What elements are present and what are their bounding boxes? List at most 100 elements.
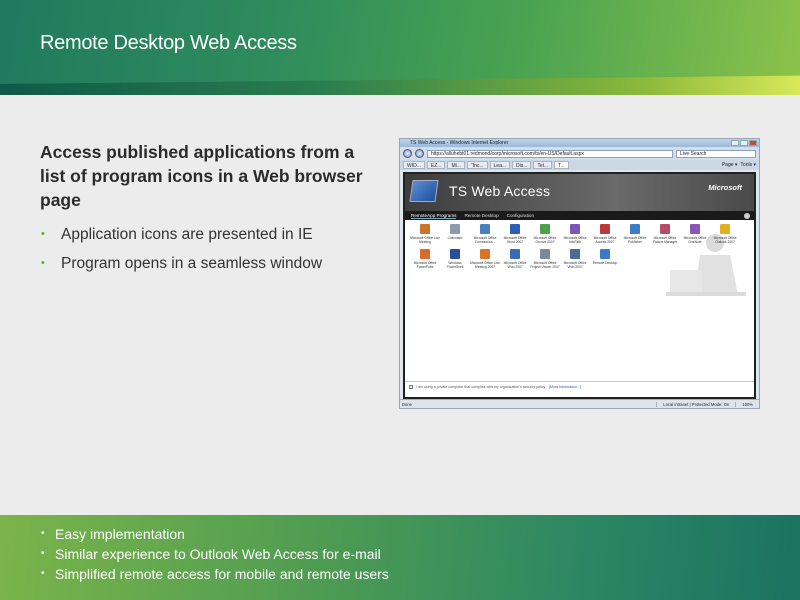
program-icon — [660, 224, 670, 234]
program-icon-item[interactable]: Microsoft Office OneNote — [680, 224, 710, 244]
program-icon — [420, 224, 430, 234]
help-icon[interactable] — [744, 212, 750, 219]
program-label: Microsoft Office Project Viewer 2007 — [530, 261, 560, 269]
program-label: Microsoft Office OneNote — [683, 236, 707, 244]
bullet-text: Similar experience to Outlook Web Access… — [55, 546, 381, 562]
program-icon — [450, 224, 460, 234]
window-controls — [731, 140, 757, 146]
program-icon-item[interactable]: Microsoft Office Visio 2007 — [560, 249, 590, 269]
page-menu[interactable]: Page ▾ — [722, 162, 738, 168]
ts-web-access-page: TS Web Access Microsoft RemoteApp Progra… — [403, 172, 756, 399]
footer-bullet: • Similar experience to Outlook Web Acces… — [40, 544, 389, 564]
program-label: Microsoft Office Picture Manager — [652, 236, 678, 244]
microsoft-logo: Microsoft — [708, 183, 742, 192]
program-icon-item[interactable]: Microsoft Office Visio 2007 — [500, 249, 530, 269]
program-icon — [570, 224, 580, 234]
bullet-icon: • — [41, 228, 45, 240]
program-label: Microsoft Office Visio 2007 — [503, 261, 527, 269]
program-icon-item[interactable]: Microsoft Office Communica... — [470, 224, 500, 244]
program-icon-item[interactable]: Microsoft Office Outlook 2007 — [710, 224, 740, 244]
more-information-link[interactable]: [More information...] — [549, 385, 581, 389]
browser-tab-active[interactable]: T... — [554, 161, 569, 169]
program-icon-item[interactable]: Microsoft Office Groove 2007 — [530, 224, 560, 244]
program-icon-item[interactable]: Microsoft Office Live Meeting 2007 — [470, 249, 500, 269]
program-icon — [600, 249, 610, 259]
program-icon-item[interactable]: Microsoft Office Access 2007 — [590, 224, 620, 244]
forward-icon[interactable] — [415, 149, 424, 158]
browser-tab[interactable]: WID... — [403, 161, 425, 169]
program-label: Microsoft Office Outlook 2007 — [713, 236, 737, 244]
bullet-text: Easy implementation — [55, 526, 185, 542]
browser-screenshot: TS Web Access - Windows Internet Explore… — [399, 138, 760, 409]
program-icon — [450, 249, 460, 259]
program-label: Windows PowerShell — [446, 261, 464, 269]
close-icon[interactable] — [749, 140, 757, 146]
bullet-icon: • — [41, 548, 45, 559]
slide-footer: • Easy implementation • Similar experience… — [0, 515, 800, 600]
program-icon-item[interactable]: Microsoft Office Word 2007 — [500, 224, 530, 244]
program-icon — [600, 224, 610, 234]
browser-tools: Page ▾ Tools ▾ — [722, 162, 756, 168]
program-icon — [570, 249, 580, 259]
browser-window-title: TS Web Access - Windows Internet Explore… — [410, 140, 509, 146]
program-icon — [540, 224, 550, 234]
tab-remoteapp-programs[interactable]: RemoteApp Programs — [411, 213, 457, 219]
program-icon-item[interactable]: Calculator — [440, 224, 470, 244]
program-label: Microsoft Office PowerPoint — [413, 261, 437, 269]
program-icon-item[interactable]: Microsoft Office InfoPath — [560, 224, 590, 244]
ts-footer: I am using a private computer that compl… — [405, 381, 754, 391]
bullet-text: Application icons are presented in IE — [61, 226, 313, 243]
program-label: Calculator — [447, 236, 463, 240]
ts-body: Microsoft Office Live Meeting Calculator M… — [405, 220, 754, 391]
browser-tab[interactable]: EZ... — [426, 161, 446, 169]
program-label: Microsoft Office Publisher — [623, 236, 647, 244]
zoom-level[interactable]: 100% — [735, 401, 759, 407]
program-icon — [510, 249, 520, 259]
program-icon — [480, 249, 490, 259]
minimize-icon[interactable] — [731, 140, 739, 146]
tab-configuration[interactable]: Configuration — [507, 213, 534, 218]
search-box[interactable]: Live Search — [676, 149, 756, 158]
program-label: Microsoft Office Visio 2007 — [563, 261, 587, 269]
browser-tab[interactable]: "Inc... — [466, 161, 488, 169]
program-label: Microsoft Office Live Meeting — [410, 236, 440, 244]
tools-menu[interactable]: Tools ▾ — [740, 162, 756, 168]
program-label: Microsoft Office Word 2007 — [503, 236, 527, 244]
program-label: Microsoft Office Access 2007 — [593, 236, 617, 244]
browser-tab[interactable]: Lea... — [489, 161, 511, 169]
browser-tab[interactable]: Mi... — [447, 161, 465, 169]
bullet-text: Program opens in a seamless window — [61, 255, 323, 272]
program-icon — [630, 224, 640, 234]
ts-header: TS Web Access Microsoft — [405, 174, 754, 211]
bullet-icon: • — [41, 257, 45, 269]
program-icon-item[interactable]: Microsoft Office Publisher — [620, 224, 650, 244]
program-icon-item[interactable]: Remote Desktop — [590, 249, 620, 269]
footer-bullet: • Simplified remote access for mobile and… — [40, 564, 389, 584]
browser-title-bar: TS Web Access - Windows Internet Explore… — [400, 139, 759, 147]
program-icon-item[interactable]: Microsoft Office PowerPoint — [410, 249, 440, 269]
program-icon-item[interactable]: Microsoft Office Live Meeting — [410, 224, 440, 244]
program-icon-item[interactable]: Microsoft Office Project Viewer 2007 — [530, 249, 560, 269]
maximize-icon[interactable] — [740, 140, 748, 146]
program-label: Microsoft Office Communica... — [473, 236, 497, 244]
program-label: Microsoft Office Groove 2007 — [533, 236, 557, 244]
browser-tab-row: WID... EZ... Mi... "Inc... Lea... Dis...… — [400, 160, 759, 170]
address-bar[interactable]: https://alluhebt01.redmond/corp/microsof… — [427, 149, 673, 158]
slide-header: Remote Desktop Web Access — [0, 0, 800, 95]
browser-status-bar: Done Local intranet | Protected Mode: On… — [400, 399, 759, 408]
content-heading: Access published applications from a lis… — [40, 142, 363, 210]
program-icon-grid: Microsoft Office Live Meeting Calculator M… — [410, 224, 740, 269]
tab-remote-desktop[interactable]: Remote Desktop — [464, 213, 498, 218]
program-icon — [510, 224, 520, 234]
private-computer-checkbox[interactable] — [409, 384, 413, 389]
program-icon-item[interactable]: Microsoft Office Picture Manager — [650, 224, 680, 244]
browser-tab[interactable]: Tel... — [533, 161, 552, 169]
bullet-icon: • — [41, 568, 45, 579]
content-bullets: • Application icons are presented in IE •… — [40, 220, 380, 278]
program-icon — [480, 224, 490, 234]
program-icon — [540, 249, 550, 259]
back-icon[interactable] — [403, 149, 412, 158]
program-label: Microsoft Office InfoPath — [563, 236, 587, 244]
browser-tab[interactable]: Dis... — [512, 161, 532, 169]
program-icon-item[interactable]: Windows PowerShell — [440, 249, 470, 269]
